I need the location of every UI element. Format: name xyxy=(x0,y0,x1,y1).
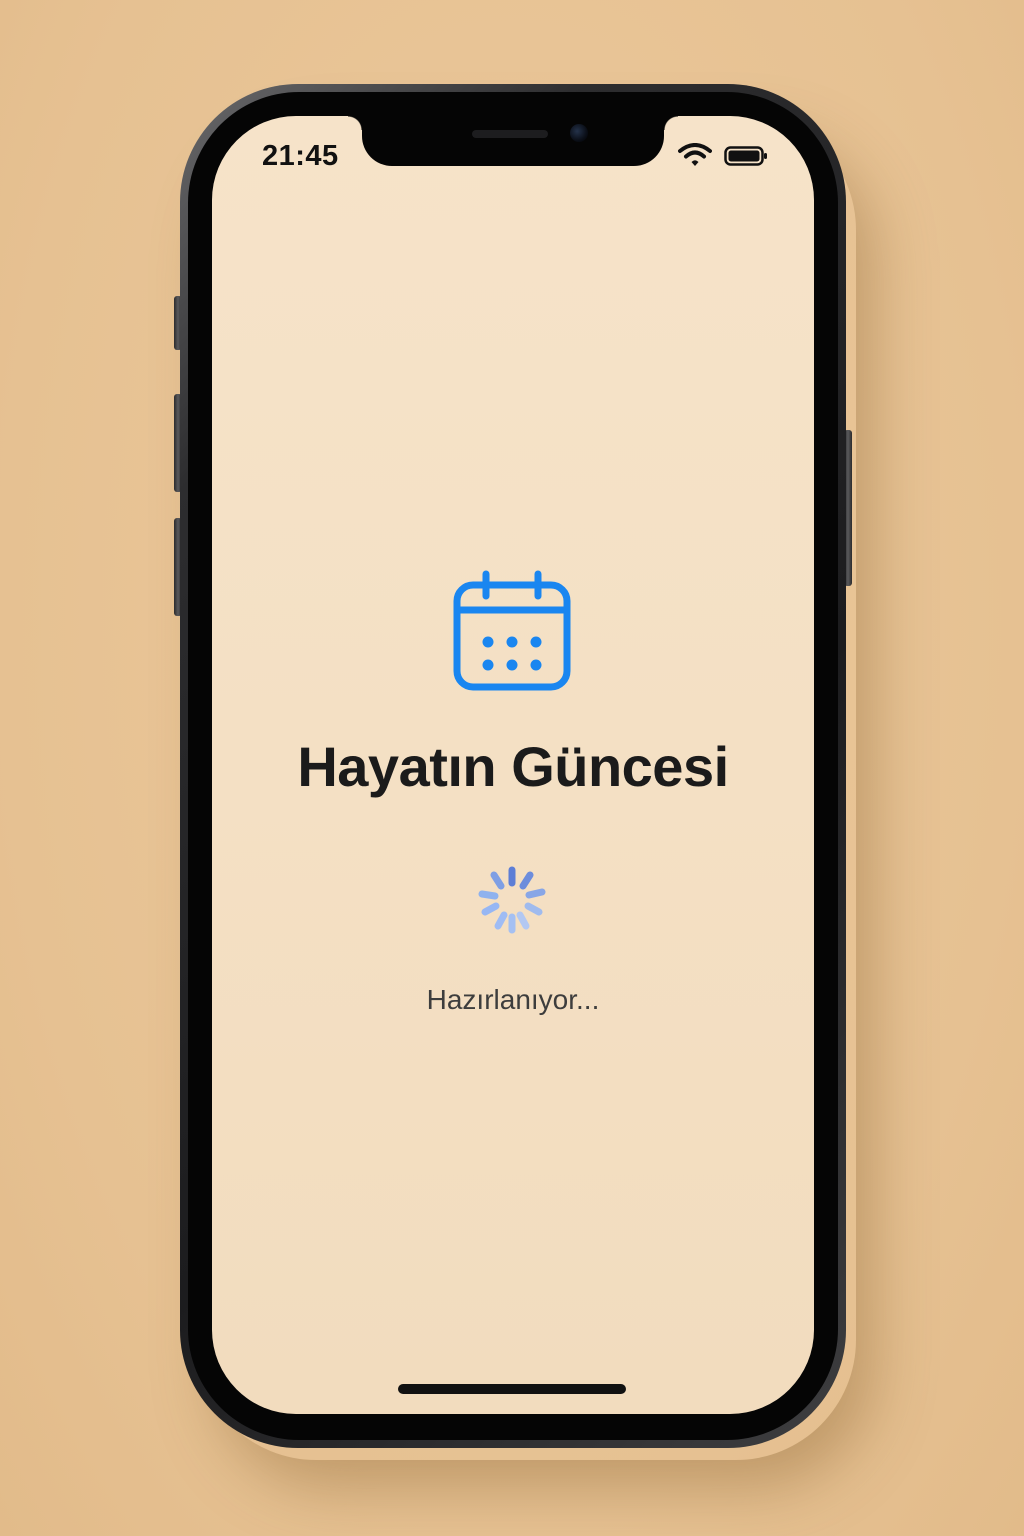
status-time: 21:45 xyxy=(262,140,339,172)
home-indicator[interactable] xyxy=(398,1384,626,1394)
loading-text: Hazırlanıyor... xyxy=(426,984,600,1015)
battery-icon xyxy=(724,146,767,166)
earpiece-speaker xyxy=(472,130,548,138)
calendar-icon xyxy=(453,570,571,691)
wifi-icon xyxy=(678,143,712,166)
splash-screen: 21:45 Hayatın Güncesi Hazırlanıyor... xyxy=(212,116,814,1414)
front-camera xyxy=(570,124,588,142)
app-title: Hayatın Güncesi xyxy=(297,735,729,798)
loading-spinner-icon xyxy=(478,866,546,934)
notch xyxy=(348,116,678,166)
